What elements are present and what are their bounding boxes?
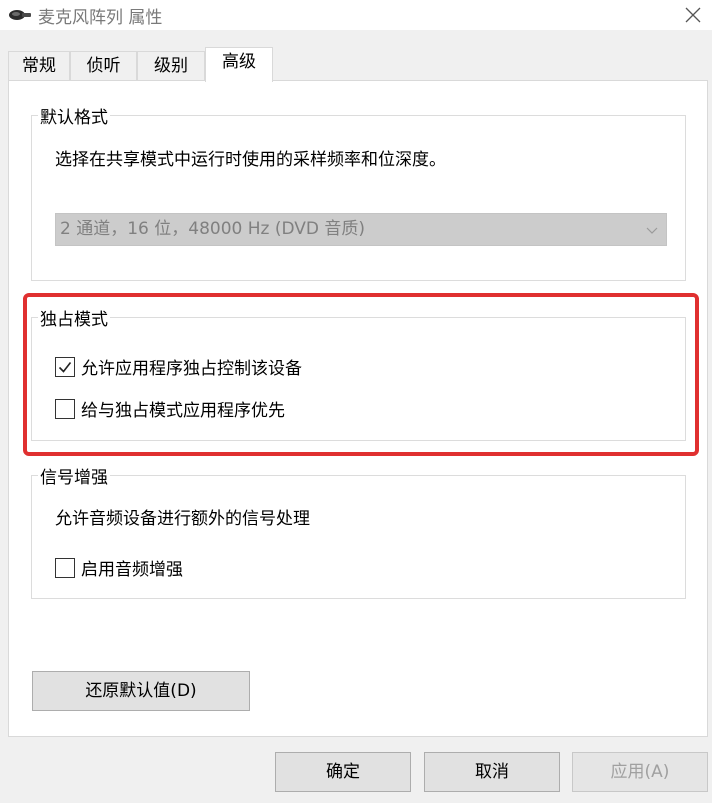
tab-levels[interactable]: 级别 <box>137 51 205 81</box>
exclusive-priority-label: 给与独占模式应用程序优先 <box>81 401 285 421</box>
allow-exclusive-control-label: 允许应用程序独占控制该设备 <box>81 359 302 379</box>
signal-enhancement-group: 信号增强 <box>31 463 686 599</box>
close-button[interactable] <box>678 0 708 30</box>
allow-exclusive-control-checkbox[interactable] <box>55 356 75 377</box>
cancel-button[interactable]: 取消 <box>424 752 560 792</box>
default-format-legend: 默认格式 <box>38 103 110 128</box>
tab-advanced[interactable]: 高级 <box>205 47 273 82</box>
tab-listen[interactable]: 侦听 <box>70 51 137 81</box>
audio-enhancement-checkbox[interactable] <box>55 557 75 578</box>
exclusive-priority-option[interactable]: 给与独占模式应用程序优先 <box>55 396 285 421</box>
exclusive-priority-checkbox[interactable] <box>55 398 75 419</box>
audio-enhancement-option[interactable]: 启用音频增强 <box>55 555 183 580</box>
checkmark-icon <box>58 361 72 373</box>
tab-general[interactable]: 常规 <box>8 51 70 81</box>
window-title: 麦克风阵列 属性 <box>38 8 163 28</box>
allow-exclusive-control-option[interactable]: 允许应用程序独占控制该设备 <box>55 354 302 379</box>
restore-defaults-button[interactable]: 还原默认值(D) <box>32 671 250 711</box>
chevron-down-icon <box>646 227 658 234</box>
audio-enhancement-label: 启用音频增强 <box>81 560 183 580</box>
default-format-group: 默认格式 <box>31 103 686 281</box>
exclusive-mode-legend: 独占模式 <box>38 305 110 330</box>
properties-dialog: 麦克风阵列 属性 常规 侦听 级别 高级 默认格式 选择在共享模式中运行时使用的… <box>0 0 712 803</box>
sample-format-value: 2 通道，16 位，48000 Hz (DVD 音质) <box>60 219 366 239</box>
close-icon <box>685 7 701 23</box>
exclusive-mode-group: 独占模式 <box>31 305 686 441</box>
advanced-panel: 默认格式 选择在共享模式中运行时使用的采样频率和位深度。 2 通道，16 位，4… <box>8 80 708 737</box>
signal-enhancement-legend: 信号增强 <box>38 463 110 488</box>
microphone-icon <box>9 10 31 20</box>
sample-format-select[interactable]: 2 通道，16 位，48000 Hz (DVD 音质) <box>55 213 667 246</box>
tab-strip: 常规 侦听 级别 高级 <box>8 47 708 82</box>
apply-button[interactable]: 应用(A) <box>572 752 708 792</box>
signal-enhancement-description: 允许音频设备进行额外的信号处理 <box>55 509 310 529</box>
default-format-description: 选择在共享模式中运行时使用的采样频率和位深度。 <box>55 150 446 170</box>
ok-button[interactable]: 确定 <box>275 752 411 792</box>
title-bar: 麦克风阵列 属性 <box>0 0 712 30</box>
